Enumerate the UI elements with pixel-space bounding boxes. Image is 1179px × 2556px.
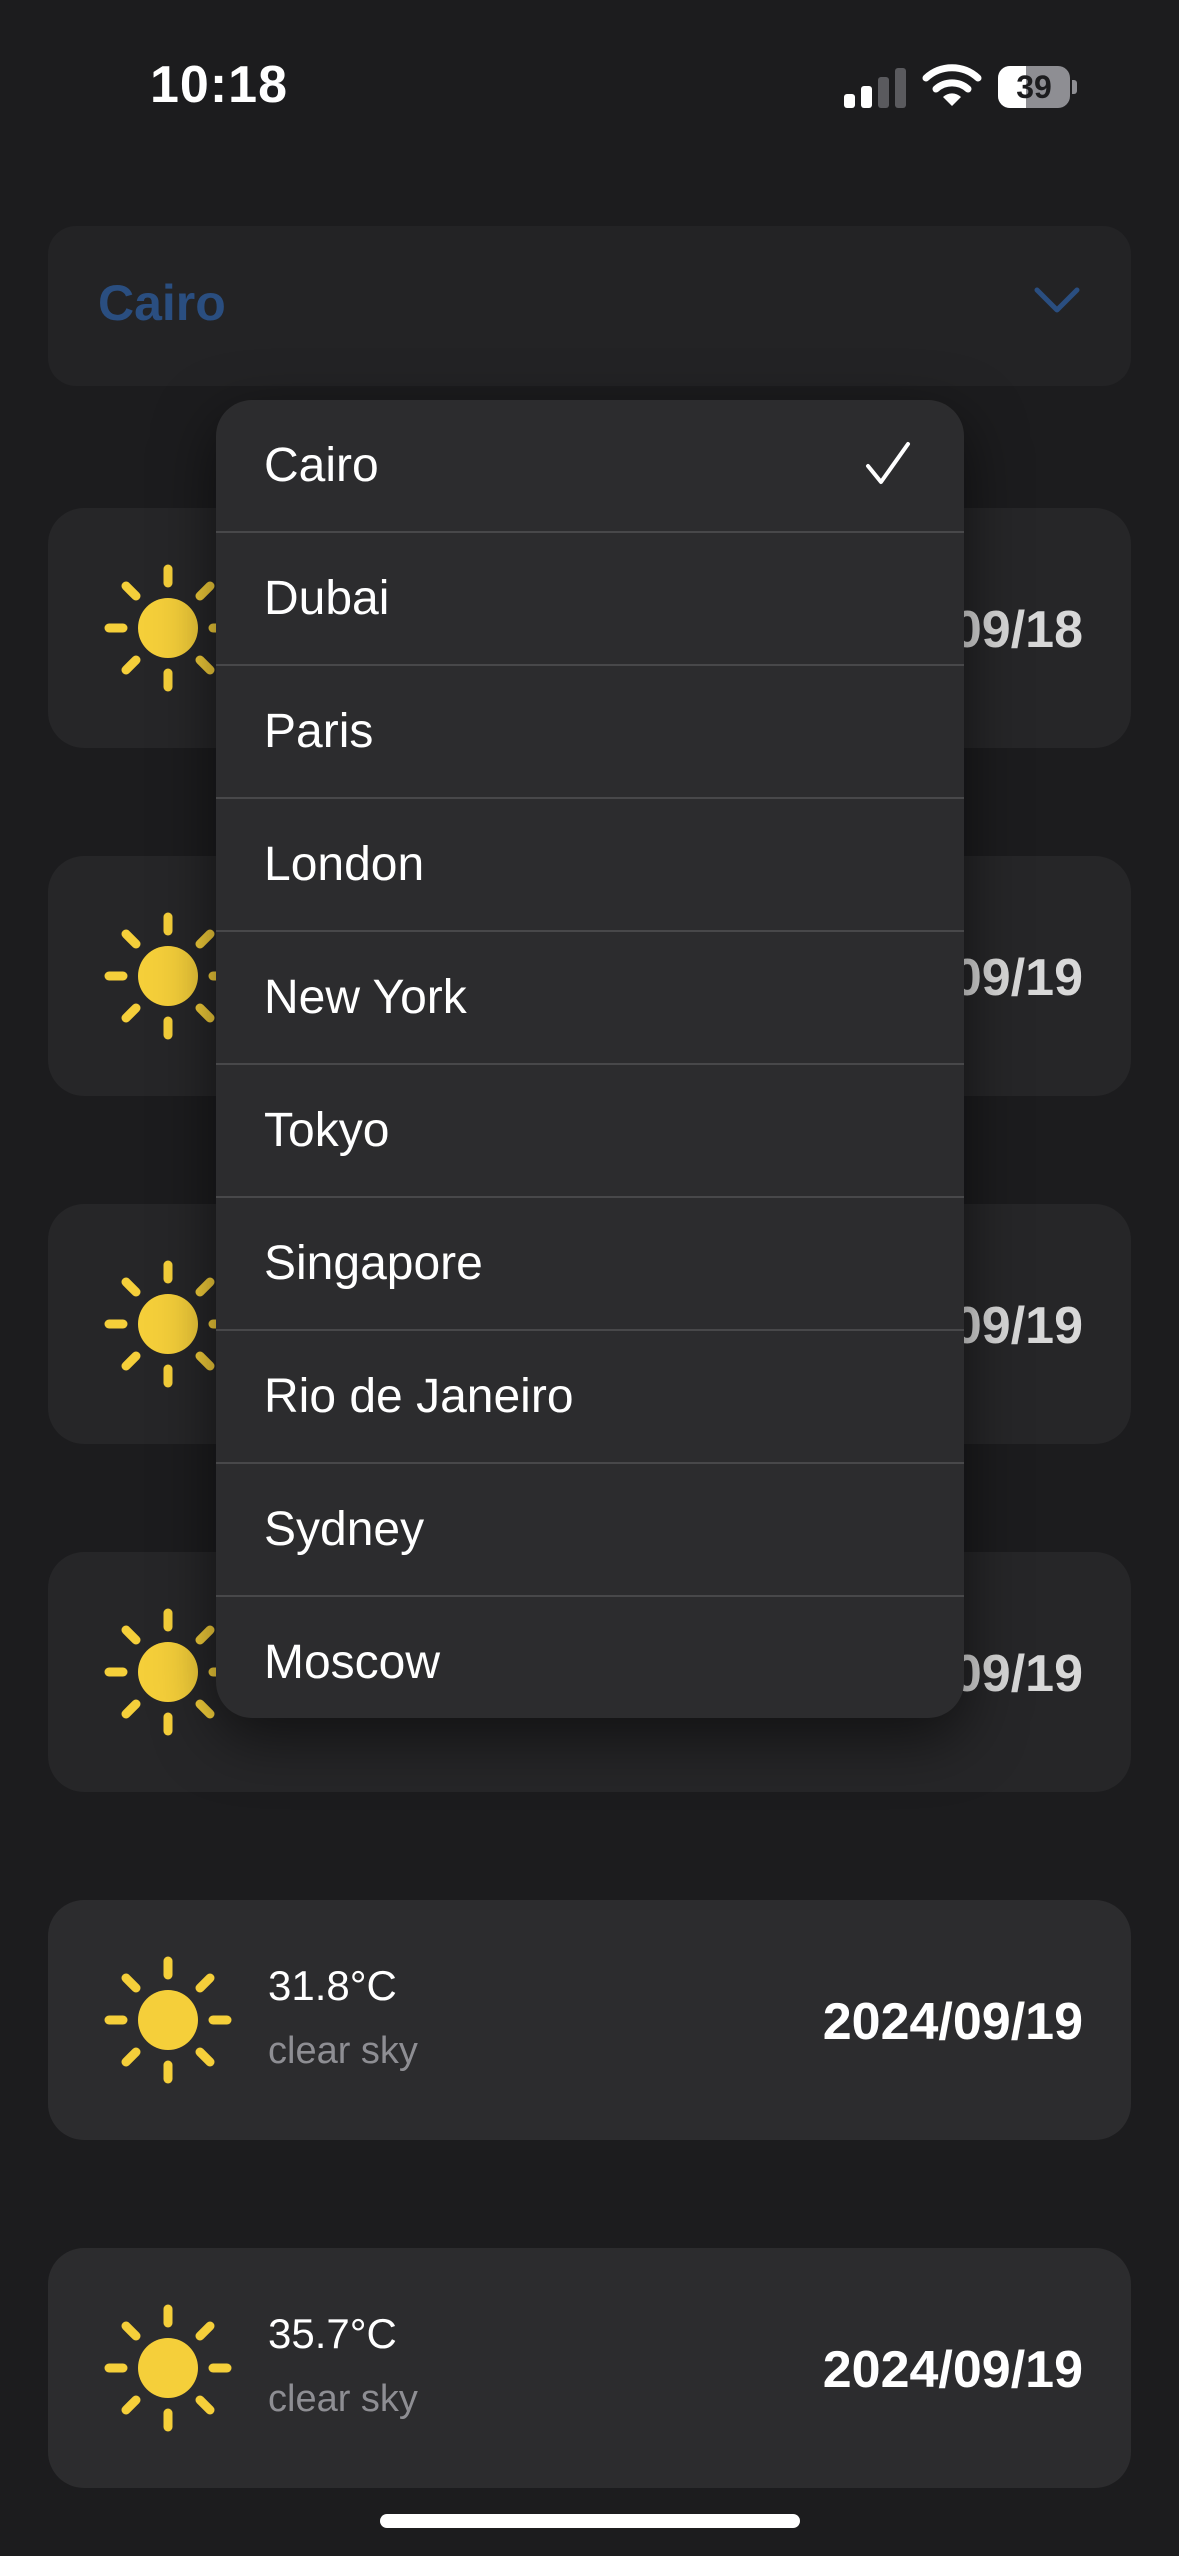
menu-item-label: Cairo xyxy=(264,439,379,492)
sun-icon xyxy=(103,563,233,693)
sun-icon xyxy=(103,1607,233,1737)
sun-icon xyxy=(103,911,233,1041)
menu-item-singapore[interactable]: Singapore xyxy=(216,1198,964,1331)
forecast-card[interactable]: 35.7°C clear sky 2024/09/19 xyxy=(48,2248,1131,2488)
menu-item-moscow[interactable]: Moscow xyxy=(216,1597,964,1718)
menu-item-label: New York xyxy=(264,971,467,1024)
menu-item-new-york[interactable]: New York xyxy=(216,932,964,1065)
battery-indicator: 39 xyxy=(998,66,1077,108)
cellular-signal-icon xyxy=(844,68,906,108)
forecast-temp: 31.8°C xyxy=(268,1962,397,2009)
sun-icon xyxy=(103,2303,233,2433)
home-indicator[interactable] xyxy=(380,2514,800,2528)
weather-screen: 10:18 39 Cairo 09/18 09/19 09/19 09/19 3… xyxy=(0,0,1179,2556)
selected-city-label: Cairo xyxy=(98,275,226,331)
wifi-icon xyxy=(922,64,982,106)
menu-item-london[interactable]: London xyxy=(216,799,964,932)
status-time: 10:18 xyxy=(150,56,288,114)
menu-item-label: Rio de Janeiro xyxy=(264,1370,574,1423)
menu-item-label: Dubai xyxy=(264,572,390,625)
forecast-condition: clear sky xyxy=(268,2378,418,2420)
chevron-down-icon xyxy=(1034,287,1080,313)
forecast-date: 2024/09/19 xyxy=(822,2341,1083,2399)
forecast-date: 09/18 xyxy=(952,601,1083,659)
sun-icon xyxy=(103,1259,233,1389)
menu-item-label: Paris xyxy=(264,705,374,758)
menu-item-label: Tokyo xyxy=(264,1104,390,1157)
forecast-date: 09/19 xyxy=(952,949,1083,1007)
menu-item-sydney[interactable]: Sydney xyxy=(216,1464,964,1597)
menu-item-cairo[interactable]: Cairo xyxy=(216,400,964,533)
forecast-date: 2024/09/19 xyxy=(822,1993,1083,2051)
checkmark-icon xyxy=(866,442,910,484)
battery-cap xyxy=(1072,80,1077,94)
menu-item-label: Singapore xyxy=(264,1237,483,1290)
sun-icon xyxy=(103,1955,233,2085)
forecast-card[interactable]: 31.8°C clear sky 2024/09/19 xyxy=(48,1900,1131,2140)
forecast-date: 09/19 xyxy=(952,1297,1083,1355)
menu-item-label: London xyxy=(264,838,425,891)
menu-item-rio-de-janeiro[interactable]: Rio de Janeiro xyxy=(216,1331,964,1464)
menu-item-dubai[interactable]: Dubai xyxy=(216,533,964,666)
forecast-condition: clear sky xyxy=(268,2030,418,2072)
city-select-field[interactable]: Cairo xyxy=(48,226,1131,386)
forecast-date: 09/19 xyxy=(952,1645,1083,1703)
menu-item-tokyo[interactable]: Tokyo xyxy=(216,1065,964,1198)
battery-body: 39 xyxy=(998,66,1070,108)
menu-item-label: Moscow xyxy=(264,1636,441,1689)
status-bar: 10:18 39 xyxy=(0,0,1179,170)
city-dropdown-menu: Cairo Dubai Paris London New York Tokyo … xyxy=(216,400,964,1718)
battery-level: 39 xyxy=(1016,69,1052,105)
forecast-temp: 35.7°C xyxy=(268,2310,397,2357)
menu-item-label: Sydney xyxy=(264,1503,425,1556)
menu-item-paris[interactable]: Paris xyxy=(216,666,964,799)
